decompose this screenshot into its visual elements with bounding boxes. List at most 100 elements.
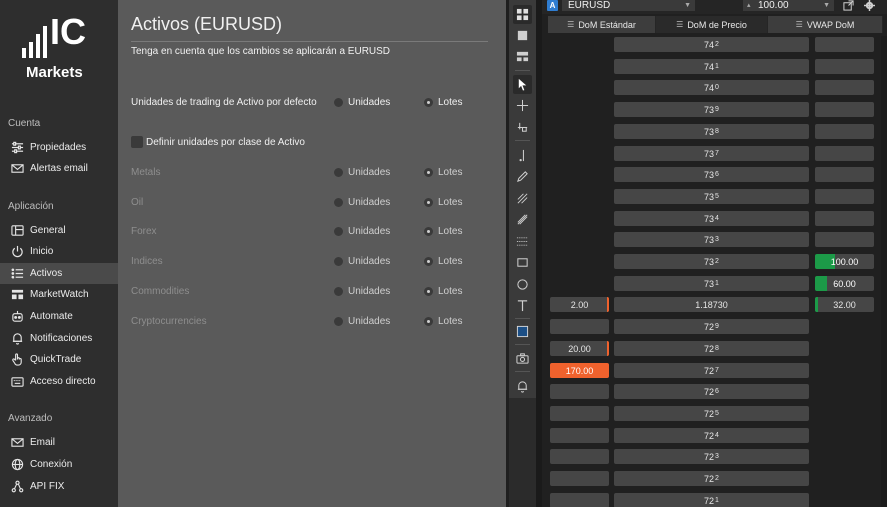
- ask-cell[interactable]: [815, 189, 874, 204]
- sidebar-item-acceso-directo[interactable]: Acceso directo: [0, 371, 118, 392]
- grid-dots-tool-button[interactable]: [513, 232, 532, 251]
- sidebar-item-conexion[interactable]: Conexión: [0, 454, 118, 475]
- price-level[interactable]: 74 2: [614, 37, 809, 52]
- bid-cell[interactable]: [550, 449, 609, 464]
- ask-cell[interactable]: 100.00: [815, 254, 874, 269]
- sidebar-item-marketwatch[interactable]: MarketWatch: [0, 284, 118, 305]
- price-level[interactable]: 73 2: [614, 254, 809, 269]
- price-level[interactable]: 73 9: [614, 102, 809, 117]
- ellipse-tool-button[interactable]: [513, 275, 532, 294]
- price-level[interactable]: 72 2: [614, 471, 809, 486]
- bid-cell[interactable]: [550, 319, 609, 334]
- class-radio-lotes[interactable]: Lotes: [424, 316, 462, 327]
- rectangle-tool-button[interactable]: [513, 253, 532, 272]
- screenshot-button[interactable]: [513, 349, 532, 368]
- class-radio-lotes[interactable]: Lotes: [424, 226, 462, 237]
- layout-grid-button[interactable]: [513, 5, 532, 24]
- ask-cell[interactable]: 32.00: [815, 297, 874, 312]
- color-picker-button[interactable]: [513, 322, 532, 341]
- bid-cell[interactable]: 170.00: [550, 363, 609, 378]
- class-radio-unidades[interactable]: Unidades: [334, 256, 390, 267]
- class-radio-lotes[interactable]: Lotes: [424, 256, 462, 267]
- sidebar-item-api-fix[interactable]: API FIX: [0, 476, 118, 497]
- ask-cell[interactable]: 60.00: [815, 276, 874, 291]
- price-level[interactable]: 73 4: [614, 211, 809, 226]
- sidebar-item-activos[interactable]: Activos: [0, 263, 118, 284]
- class-radio-lotes[interactable]: Lotes: [424, 197, 462, 208]
- class-radio-unidades[interactable]: Unidades: [334, 167, 390, 178]
- bid-cell[interactable]: 2.00: [550, 297, 609, 312]
- bid-cell[interactable]: [550, 406, 609, 421]
- default-units-radio-lotes[interactable]: Lotes: [424, 97, 462, 108]
- define-by-class-checkbox[interactable]: Definir unidades por clase de Activo: [131, 136, 305, 148]
- sidebar-item-email[interactable]: Email: [0, 432, 118, 453]
- ask-cell[interactable]: [815, 167, 874, 182]
- tab-dom-estandar[interactable]: ☰ DoM Estándar: [548, 16, 656, 33]
- class-radio-lotes[interactable]: Lotes: [424, 286, 462, 297]
- ask-cell[interactable]: [815, 124, 874, 139]
- bid-cell[interactable]: [550, 471, 609, 486]
- sidebar-item-notificaciones[interactable]: Notificaciones: [0, 328, 118, 349]
- tab-dom-de-precio[interactable]: ☰ DoM de Precio: [656, 16, 768, 33]
- price-level[interactable]: 72 1: [614, 493, 809, 507]
- pitchfork-tool-button[interactable]: [513, 210, 532, 229]
- price-level[interactable]: 73 6: [614, 167, 809, 182]
- text-tool-button[interactable]: [513, 296, 532, 315]
- ask-cell[interactable]: [815, 232, 874, 247]
- class-radio-unidades[interactable]: Unidades: [334, 226, 390, 237]
- cursor-tool-button[interactable]: [513, 75, 532, 94]
- price-level[interactable]: 73 1: [614, 276, 809, 291]
- class-radio-unidades[interactable]: Unidades: [334, 197, 390, 208]
- price-level[interactable]: 1.18730: [614, 297, 809, 312]
- bid-cell[interactable]: 20.00: [550, 341, 609, 356]
- ask-cell[interactable]: [815, 80, 874, 95]
- price-level[interactable]: 73 8: [614, 124, 809, 139]
- price-level[interactable]: 73 7: [614, 146, 809, 161]
- ruler-tool-button[interactable]: [513, 118, 532, 137]
- volume-input[interactable]: ▴ 100.00 ▼: [743, 0, 834, 11]
- dom-scrollbar[interactable]: [881, 36, 887, 507]
- class-radio-unidades[interactable]: Unidades: [334, 286, 390, 297]
- sidebar-item-automate[interactable]: Automate: [0, 306, 118, 327]
- class-radio-unidades[interactable]: Unidades: [334, 316, 390, 327]
- sidebar-item-general[interactable]: General: [0, 220, 118, 241]
- symbol-selector[interactable]: EURUSD ▼: [562, 0, 695, 11]
- ask-cell[interactable]: [815, 146, 874, 161]
- sidebar-item-alertas-email[interactable]: Alertas email: [0, 158, 118, 179]
- tab-vwap-dom[interactable]: ☰ VWAP DoM: [768, 16, 883, 33]
- single-chart-button[interactable]: [513, 26, 532, 45]
- bid-cell[interactable]: [550, 384, 609, 399]
- price-level[interactable]: 74 0: [614, 80, 809, 95]
- sidebar-item-propiedades[interactable]: Propiedades: [0, 137, 118, 158]
- vertical-line-tool-button[interactable]: [513, 146, 532, 165]
- ask-cell[interactable]: [815, 211, 874, 226]
- sidebar-item-inicio[interactable]: Inicio: [0, 241, 118, 262]
- price-level[interactable]: 72 7: [614, 363, 809, 378]
- price-level[interactable]: 72 5: [614, 406, 809, 421]
- fibonacci-tool-button[interactable]: [513, 189, 532, 208]
- sidebar-item-quicktrade[interactable]: QuickTrade: [0, 349, 118, 370]
- class-radio-lotes[interactable]: Lotes: [424, 167, 462, 178]
- chevron-down-icon[interactable]: ▼: [823, 0, 830, 11]
- price-level[interactable]: 74 1: [614, 59, 809, 74]
- spinner-up-down-icon[interactable]: ▴: [747, 0, 751, 11]
- ask-cell[interactable]: [815, 102, 874, 117]
- price-level[interactable]: 73 3: [614, 232, 809, 247]
- price-level[interactable]: 72 8: [614, 341, 809, 356]
- ask-cell[interactable]: [815, 37, 874, 52]
- price-level[interactable]: 72 9: [614, 319, 809, 334]
- default-units-radio-unidades[interactable]: Unidades: [334, 97, 390, 108]
- price-level[interactable]: 73 5: [614, 189, 809, 204]
- ask-cell[interactable]: [815, 59, 874, 74]
- dom-settings-button[interactable]: [861, 0, 877, 11]
- crosshair-tool-button[interactable]: [513, 96, 532, 115]
- price-level[interactable]: 72 6: [614, 384, 809, 399]
- detach-button[interactable]: [840, 0, 856, 11]
- bid-cell[interactable]: [550, 493, 609, 507]
- price-level[interactable]: 72 3: [614, 449, 809, 464]
- trend-line-tool-button[interactable]: [513, 167, 532, 186]
- split-layout-button[interactable]: [513, 47, 532, 66]
- price-level[interactable]: 72 4: [614, 428, 809, 443]
- alerts-button[interactable]: [513, 377, 532, 396]
- bid-cell[interactable]: [550, 428, 609, 443]
